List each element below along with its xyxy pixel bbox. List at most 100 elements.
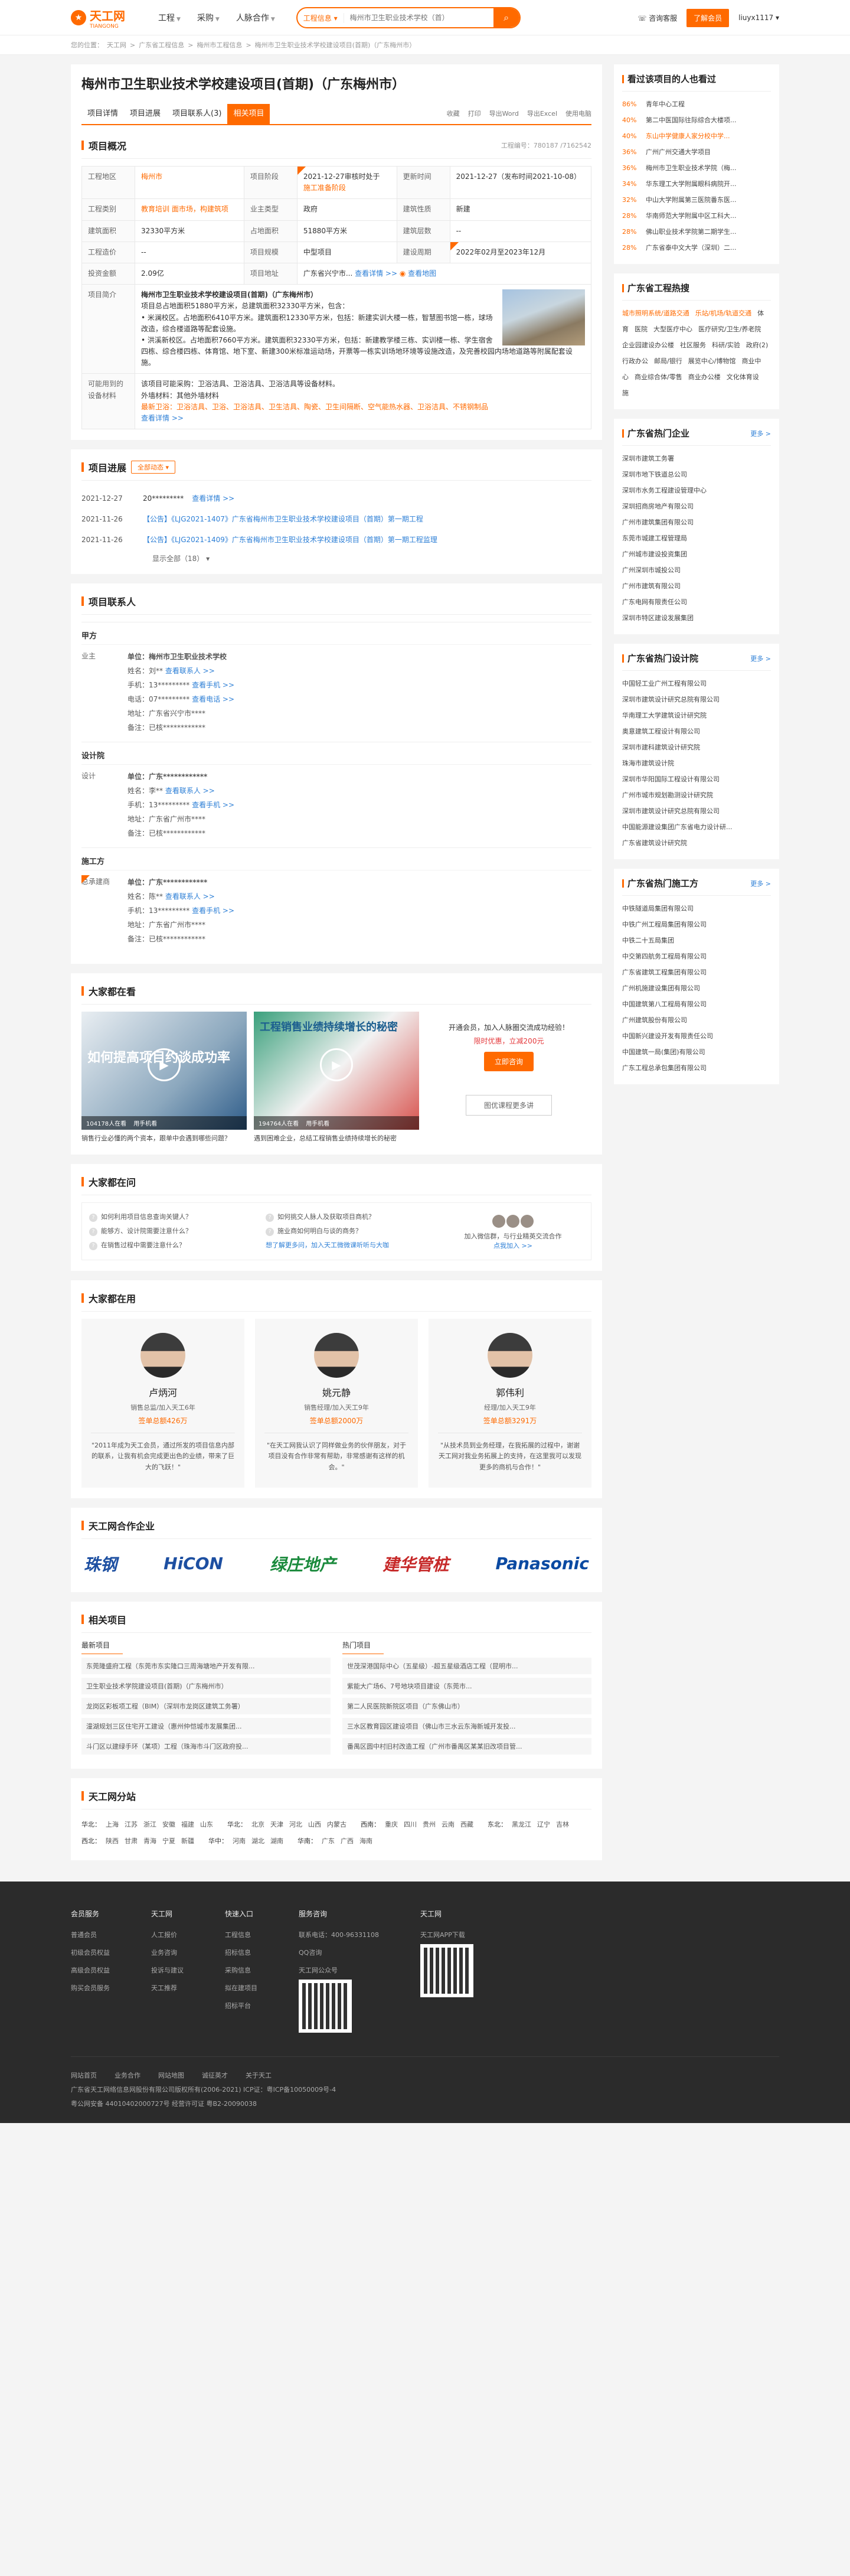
footer-link[interactable]: 工程信息 (225, 1926, 257, 1944)
mobile-view-link[interactable]: 用手机看 (306, 1119, 329, 1127)
list-item[interactable]: 深圳市建筑设计研究总院有限公司 (622, 692, 771, 707)
hot-search-link[interactable]: 城市照明系统/道路交通 (622, 309, 689, 317)
hot-search-link[interactable]: 医疗研究/卫生/养老院 (698, 325, 761, 333)
question-item[interactable]: ? 在销售过程中需要注意什么？ (89, 1238, 256, 1253)
print-button[interactable]: 打印 (468, 104, 481, 124)
tab-progress[interactable]: 项目进展 (124, 104, 166, 124)
footer-link[interactable]: 招标平台 (225, 1997, 257, 2015)
sitemap-link[interactable]: 辽宁 (537, 1821, 550, 1828)
list-item[interactable]: 广州城市建设投资集团 (622, 546, 771, 562)
sitemap-link[interactable]: 江苏 (125, 1821, 138, 1828)
list-item[interactable]: 斗门区以建绿手环（某项）工程（珠海市斗门区政府投... (81, 1737, 331, 1755)
list-item[interactable]: 中国建筑第八工程局有限公司 (622, 996, 771, 1012)
footer-link[interactable]: 天工网APP下载 (420, 1926, 473, 1944)
footer-link[interactable]: 拟在建项目 (225, 1980, 257, 1997)
list-item[interactable]: 中国新兴建设开发有限责任公司 (622, 1028, 771, 1044)
footer-link[interactable]: 采购信息 (225, 1962, 257, 1980)
footer-link[interactable]: 高级会员权益 (71, 1962, 110, 1980)
view-mobile-link[interactable]: 查看手机 >> (192, 681, 234, 689)
progress-detail-link[interactable]: 查看详情 >> (192, 493, 234, 503)
partner-logo-hicon[interactable]: HiCON (164, 1554, 223, 1573)
more-courses-button[interactable]: 图优课程更多讲 (465, 1095, 552, 1116)
join-group-link[interactable]: 点我加入 >> (493, 1242, 532, 1250)
partner-logo-panasonic[interactable]: Panasonic (496, 1554, 589, 1573)
list-item[interactable]: 广州市建筑集团有限公司 (622, 514, 771, 530)
list-item[interactable]: 卫生职业技术学院建设项目(首期)（广东梅州市） (81, 1677, 331, 1694)
list-item[interactable]: 深圳市建科建筑设计研究院 (622, 739, 771, 755)
hot-search-link[interactable]: 大型医疗中心 (653, 325, 692, 333)
partner-logo-jianhua[interactable]: 建华管桩 (382, 1552, 449, 1576)
list-item[interactable]: 广州机施建设集团有限公司 (622, 980, 771, 996)
export-excel-button[interactable]: 导出Excel (527, 104, 557, 124)
sitemap-link[interactable]: 山西 (308, 1821, 321, 1828)
sitemap-link[interactable]: 北京 (251, 1821, 264, 1828)
list-item[interactable]: 珠海市建筑设计院 (622, 755, 771, 771)
question-item[interactable]: ? 如何挑交人脉人及获取项目商机？ (266, 1210, 433, 1224)
list-item[interactable]: 深圳市建筑设计研究总院有限公司 (622, 803, 771, 819)
list-item[interactable]: 28% 佛山职业技术学院第二期学生... (622, 224, 771, 240)
list-item[interactable]: 40% 东山中学健康人家分校中学... (622, 128, 771, 144)
sitemap-link[interactable]: 河南 (233, 1837, 246, 1845)
search-category-select[interactable]: 工程信息 ▾ (298, 12, 344, 23)
list-item[interactable]: 36% 广州广州交通大学项目 (622, 144, 771, 160)
tab-related[interactable]: 相关项目 (227, 104, 270, 124)
sitemap-link[interactable]: 湖北 (251, 1837, 264, 1845)
footer-nav-link[interactable]: 诚征英才 (202, 2072, 228, 2079)
view-mobile-link[interactable]: 查看手机 >> (192, 801, 234, 809)
consult-link[interactable]: ☏ 咨询客服 (638, 13, 677, 23)
list-item[interactable]: 深圳市水务工程建设管理中心 (622, 482, 771, 498)
vip-button[interactable]: 了解会员 (686, 8, 730, 27)
more-link[interactable]: 更多 > (750, 654, 771, 663)
list-item[interactable]: 广州深圳市城投公司 (622, 562, 771, 578)
footer-nav-link[interactable]: 网站地图 (158, 2072, 184, 2079)
sitemap-link[interactable]: 重庆 (385, 1821, 398, 1828)
list-item[interactable]: 中国轻工业广州工程有限公司 (622, 676, 771, 692)
tab-details[interactable]: 项目详情 (81, 104, 124, 124)
video-card[interactable]: 如何提高项目约谈成功率 ▶ 104178人在看 用手机看 销售行业必懂的两个资本，… (81, 1012, 247, 1144)
list-item[interactable]: 40% 第二中医国际往际综合大楼项... (622, 112, 771, 128)
footer-link[interactable]: 联系电话：400-96331108 (299, 1926, 379, 1944)
list-item[interactable]: 深圳市华阳国际工程设计有限公司 (622, 771, 771, 787)
list-item[interactable]: 广东省建筑设计研究院 (622, 835, 771, 851)
export-word-button[interactable]: 导出Word (489, 104, 519, 124)
list-item[interactable]: 广州建筑股份有限公司 (622, 1012, 771, 1028)
promo-consult-button[interactable]: 立即咨询 (483, 1052, 534, 1072)
region-value[interactable]: 梅州市 (135, 165, 244, 200)
list-item[interactable]: 潼湖规划三区住宅开工建设（惠州仲恺城市发展集团... (81, 1717, 331, 1734)
category-value[interactable]: 教育培训 面市场，构建筑项 (135, 198, 244, 221)
list-item[interactable]: 34% 华东理工大学附属眼科病院开... (622, 176, 771, 192)
question-item[interactable]: ? 施业商如何明白与谈的商务？ (266, 1224, 433, 1238)
list-item[interactable]: 华南理工大学建筑设计研究院 (622, 707, 771, 723)
video-card[interactable]: 工程销售业绩持续增长的秘密 ▶ 194764人在看 用手机看 遇到困难企业，总结工… (254, 1012, 419, 1144)
list-item[interactable]: 28% 华南师范大学附属中区工科大... (622, 208, 771, 224)
pc-view-button[interactable]: 使用电脑 (565, 104, 591, 124)
footer-link[interactable]: 普通会员 (71, 1926, 110, 1944)
sitemap-link[interactable]: 陕西 (106, 1837, 119, 1845)
list-item[interactable]: 广州市城市规划勘测设计研究院 (622, 787, 771, 803)
list-item[interactable]: 深圳市建筑工务署 (622, 451, 771, 467)
list-item[interactable]: 中交第四航务工程局有限公司 (622, 948, 771, 964)
list-item[interactable]: 东莞市城建工程管理局 (622, 530, 771, 546)
list-item[interactable]: 中铁广州工程局集团有限公司 (622, 917, 771, 932)
hot-search-link[interactable]: 商业办公楼 (688, 373, 721, 381)
sitemap-link[interactable]: 甘肃 (125, 1837, 138, 1845)
search-input[interactable] (344, 14, 493, 22)
user-menu[interactable]: liuyx1117 ▾ (738, 14, 779, 22)
list-item[interactable]: 深圳招商房地产有限公司 (622, 498, 771, 514)
sitemap-link[interactable]: 山东 (200, 1821, 213, 1828)
progress-link[interactable]: 【公告】《LJG2021-1409》广东省梅州市卫生职业技术学校建设项目（首期）… (143, 534, 437, 544)
sitemap-link[interactable]: 青海 (143, 1837, 156, 1845)
list-item[interactable]: 广东工程总承包集团有限公司 (622, 1060, 771, 1076)
progress-show-all[interactable]: 显示全部（18） ▾ (81, 550, 591, 563)
list-item[interactable]: 世茂深港国际中心（五星级）-超五星级酒店工程（昆明市... (342, 1657, 591, 1674)
footer-link[interactable]: QQ咨询 (299, 1944, 379, 1962)
project-photo[interactable] (502, 289, 585, 346)
search-button[interactable]: ⌕ (493, 8, 519, 27)
list-item[interactable]: 紫能大广场6、7号地块项目建设（东莞市... (342, 1677, 591, 1694)
list-item[interactable]: 广州市建筑有限公司 (622, 578, 771, 594)
question-item[interactable]: ? 能够方、设计院需要注意什么？ (89, 1224, 256, 1238)
footer-nav-link[interactable]: 业务合作 (115, 2072, 140, 2079)
hot-search-link[interactable]: 科研/实验 (712, 341, 740, 349)
sitemap-link[interactable]: 福建 (181, 1821, 194, 1828)
hot-search-link[interactable]: 展览中心/博物馆 (688, 357, 736, 365)
